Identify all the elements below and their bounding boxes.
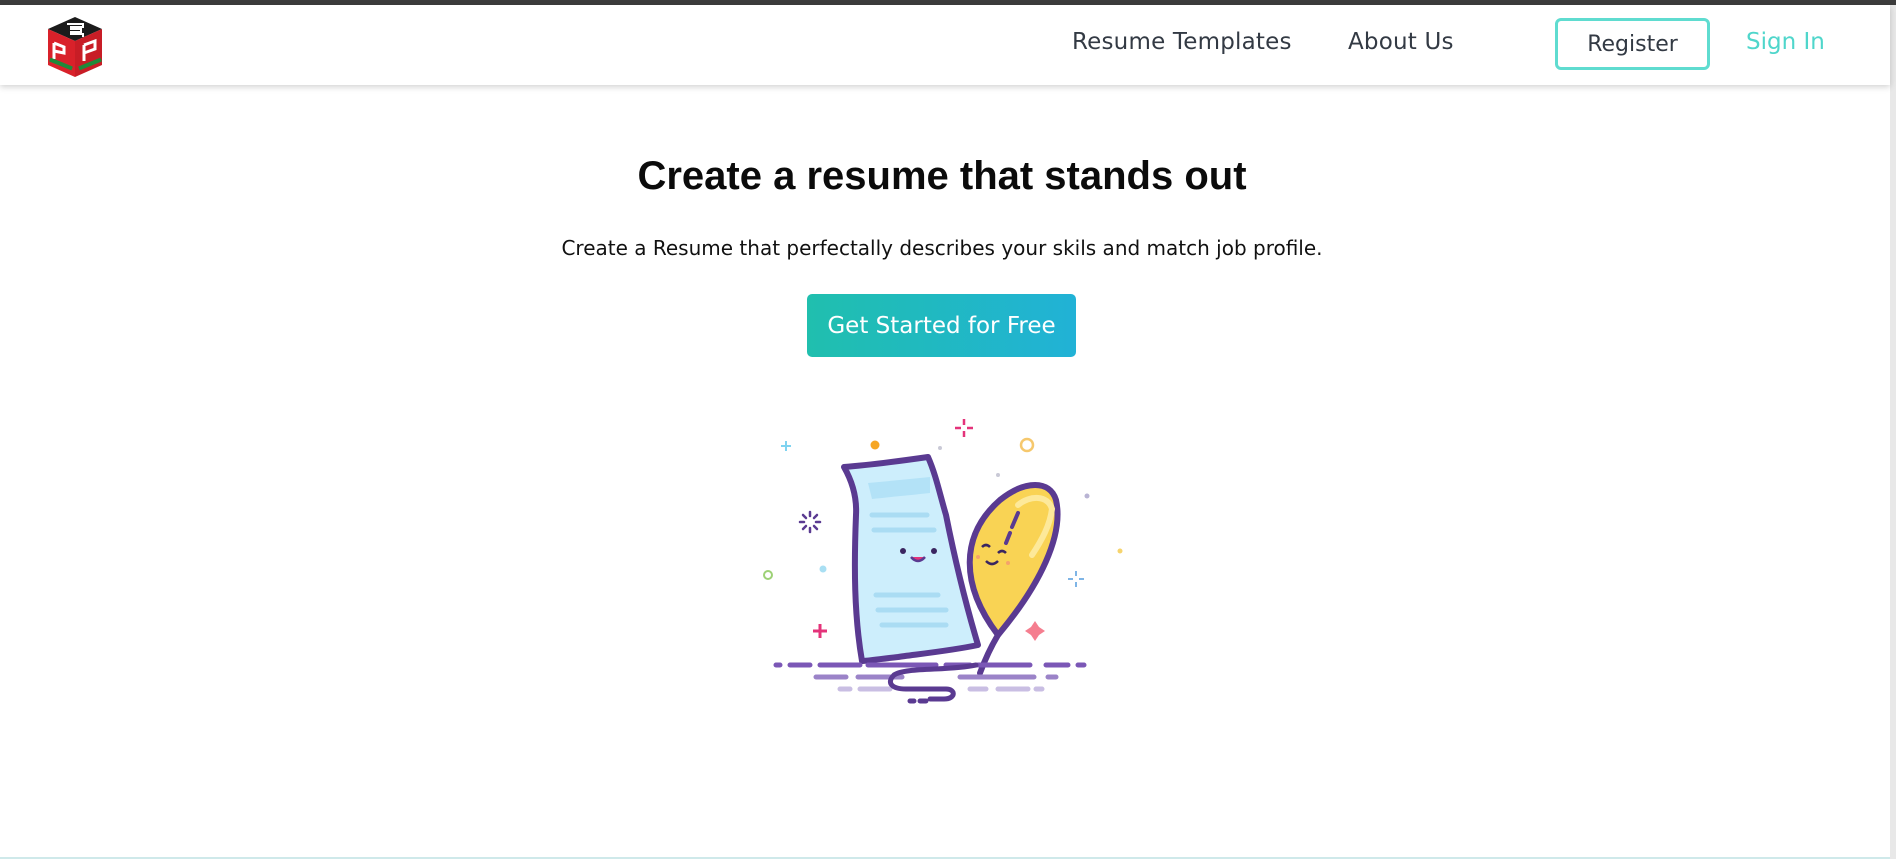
page-scrollbar[interactable]	[1890, 5, 1896, 859]
nav-link-resume-templates[interactable]: Resume Templates	[1072, 29, 1292, 55]
hero-title: Create a resume that stands out	[637, 154, 1247, 198]
sign-in-link[interactable]: Sign In	[1746, 29, 1825, 55]
hero-subtitle: Create a Resume that perfectally describ…	[561, 236, 1323, 260]
paper-document-icon	[841, 454, 981, 664]
nav-link-about-us[interactable]: About Us	[1348, 29, 1454, 55]
register-button[interactable]: Register	[1555, 18, 1710, 70]
feather-quill-icon	[966, 482, 1061, 676]
ink-lines-decoration-icon	[773, 662, 1087, 704]
cube-logo-icon[interactable]	[40, 15, 110, 81]
get-started-button[interactable]: Get Started for Free	[807, 294, 1076, 357]
document-and-quill-icon	[760, 405, 1130, 715]
navbar: Resume Templates About Us Register Sign …	[0, 5, 1890, 85]
